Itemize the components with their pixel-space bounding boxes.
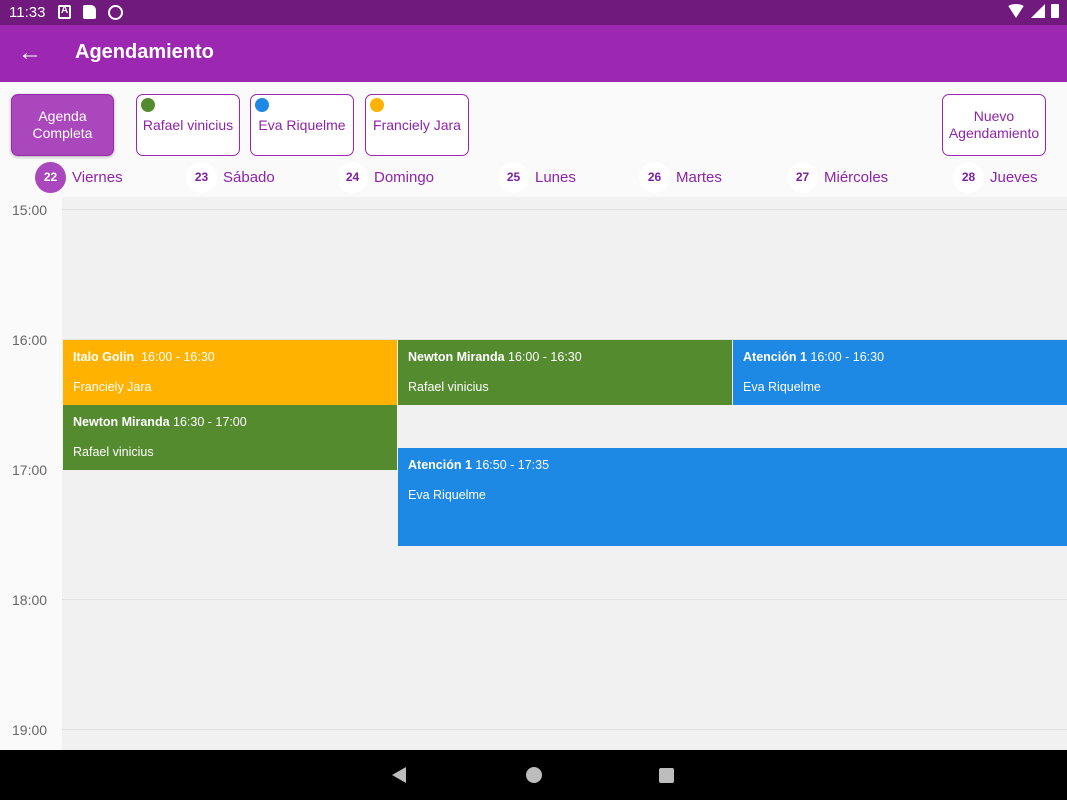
event-time: 16:30 - 17:00: [173, 415, 247, 429]
appointment-event[interactable]: Newton Miranda 16:00 - 16:30 Rafael vini…: [398, 340, 732, 405]
appointment-event[interactable]: Atención 1 16:50 - 17:35 Eva Riquelme: [398, 448, 1067, 546]
day-tab-24[interactable]: 24 Domingo: [337, 161, 434, 193]
sd-card-icon: [83, 5, 96, 19]
day-number: 24: [337, 161, 368, 193]
filter-professional-rafael[interactable]: Rafael vinicius: [136, 94, 240, 156]
day-number: 26: [639, 161, 670, 193]
filter-professional-eva[interactable]: Eva Riquelme: [250, 94, 354, 156]
day-tab-27[interactable]: 27 Miércoles: [787, 161, 888, 193]
wifi-icon: [1007, 4, 1025, 18]
day-name: Domingo: [374, 168, 435, 186]
appointment-event[interactable]: Italo Golin 16:00 - 16:30 Franciely Jara: [63, 340, 397, 405]
new-label-line2: Agendamiento: [948, 125, 1040, 141]
hour-divider: [62, 729, 1067, 730]
day-calendar[interactable]: 15:00 16:00 17:00 18:00 19:00 Italo Goli…: [0, 197, 1067, 750]
status-time: 11:33: [9, 4, 46, 21]
day-number: 28: [953, 161, 984, 193]
event-patient: Atención 1: [408, 458, 472, 472]
professional-color-dot: [255, 98, 269, 112]
page-title: Agendamiento: [75, 41, 214, 63]
app-bar: ← Agendamiento: [0, 25, 1067, 82]
filter-label: Rafael vinicius: [142, 116, 234, 133]
professional-color-dot: [141, 98, 155, 112]
status-bar: 11:33: [0, 0, 1067, 25]
filter-professional-franciely[interactable]: Franciely Jara: [365, 94, 469, 156]
time-column: 15:00 16:00 17:00 18:00 19:00: [0, 197, 62, 750]
event-time: 16:50 - 17:35: [475, 458, 550, 472]
hour-label: 19:00: [12, 722, 48, 738]
battery-icon: [1051, 4, 1059, 18]
professional-color-dot: [370, 98, 384, 112]
hour-divider: [62, 209, 1067, 210]
nav-home-icon[interactable]: [526, 767, 542, 783]
hour-label: 18:00: [12, 592, 48, 608]
event-time: 16:00 - 16:30: [141, 350, 215, 364]
event-professional: Rafael vinicius: [408, 380, 489, 394]
day-name: Miércoles: [824, 168, 889, 186]
event-patient: Newton Miranda: [408, 350, 505, 364]
day-number: 25: [498, 161, 529, 193]
day-name: Martes: [676, 168, 722, 186]
back-arrow-icon[interactable]: ←: [14, 37, 46, 69]
event-time: 16:00 - 16:30: [810, 350, 885, 364]
day-number: 22: [35, 161, 66, 193]
system-nav-bar: [0, 750, 1067, 800]
day-number: 27: [787, 161, 818, 193]
day-tab-26[interactable]: 26 Martes: [639, 161, 722, 193]
event-professional: Rafael vinicius: [73, 445, 154, 459]
event-professional: Franciely Jara: [73, 380, 152, 394]
appointment-event[interactable]: Atención 1 16:00 - 16:30 Eva Riquelme: [733, 340, 1067, 405]
filter-label: Eva Riquelme: [258, 116, 346, 133]
nav-back-icon[interactable]: [392, 767, 406, 783]
a-icon: [58, 5, 71, 19]
new-label-line1: Nuevo: [973, 108, 1015, 124]
day-tab-23[interactable]: 23 Sábado: [186, 161, 275, 193]
day-name: Jueves: [990, 168, 1038, 186]
event-patient: Atención 1: [743, 350, 807, 364]
day-number: 23: [186, 161, 217, 193]
day-tab-28[interactable]: 28 Jueves: [953, 161, 1038, 193]
hour-label: 15:00: [12, 202, 48, 218]
sync-icon: [108, 5, 123, 20]
filter-all-label-line2: Completa: [32, 125, 93, 141]
hour-label: 16:00: [12, 332, 48, 348]
day-name: Viernes: [72, 168, 123, 186]
event-time: 16:00 - 16:30: [508, 350, 582, 364]
new-appointment-button[interactable]: Nuevo Agendamiento: [942, 94, 1046, 156]
nav-recents-icon[interactable]: [659, 768, 674, 783]
filter-all-label-line1: Agenda: [38, 108, 87, 124]
hour-divider: [62, 599, 1067, 600]
filter-bar: Agenda Completa Rafael vinicius Eva Rique…: [0, 82, 1067, 197]
event-patient: Newton Miranda: [73, 415, 170, 429]
event-patient: Italo Golin: [73, 350, 135, 364]
day-tab-25[interactable]: 25 Lunes: [498, 161, 576, 193]
signal-icon: [1031, 4, 1045, 18]
filter-all-button[interactable]: Agenda Completa: [11, 94, 114, 156]
day-name: Lunes: [535, 168, 576, 186]
day-tab-22[interactable]: 22 Viernes: [35, 161, 123, 193]
appointment-event[interactable]: Newton Miranda 16:30 - 17:00 Rafael vini…: [63, 405, 397, 470]
hour-label: 17:00: [12, 462, 48, 478]
event-professional: Eva Riquelme: [743, 380, 821, 394]
filter-label: Franciely Jara: [373, 116, 461, 133]
event-professional: Eva Riquelme: [408, 488, 486, 502]
day-name: Sábado: [223, 168, 275, 186]
